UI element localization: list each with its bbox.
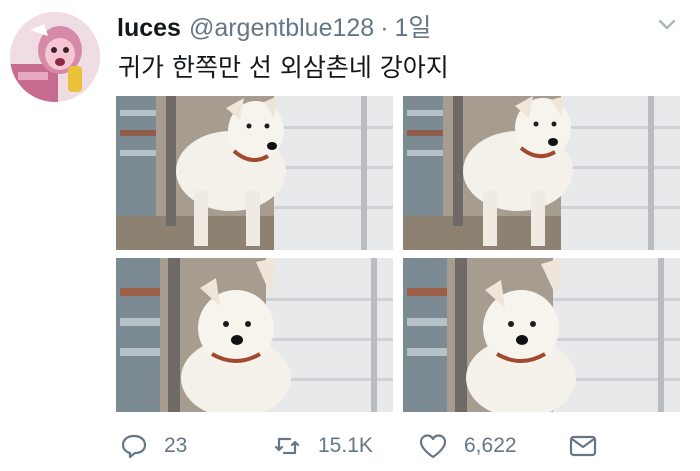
reply-button[interactable]: 23	[120, 428, 187, 464]
photo-3[interactable]	[116, 258, 393, 412]
action-bar: 23 15.1K 6,622	[116, 428, 681, 464]
reply-count: 23	[164, 434, 188, 457]
display-name[interactable]: luces	[117, 14, 181, 43]
tweet-text: 귀가 한쪽만 선 외삼촌네 강아지	[118, 53, 449, 82]
like-count: 6,622	[464, 434, 517, 457]
tweet-header: luces @argentblue128 · 1일	[117, 8, 431, 42]
retweet-button[interactable]: 15.1K	[272, 428, 373, 464]
retweet-icon	[272, 432, 302, 460]
retweet-count: 15.1K	[318, 434, 373, 457]
photo-1[interactable]	[116, 96, 393, 250]
photo-2[interactable]	[403, 96, 680, 250]
chevron-down-icon[interactable]	[655, 12, 679, 36]
direct-message-icon	[568, 432, 598, 460]
direct-message-button[interactable]	[568, 428, 598, 464]
like-icon	[418, 432, 448, 460]
user-handle[interactable]: @argentblue128	[189, 14, 374, 43]
avatar[interactable]	[10, 12, 100, 102]
separator-dot: ·	[380, 14, 389, 42]
media-grid[interactable]	[116, 96, 681, 412]
reply-icon	[120, 432, 148, 460]
photo-4[interactable]	[403, 258, 680, 412]
timestamp[interactable]: 1일	[395, 8, 432, 44]
like-button[interactable]: 6,622	[418, 428, 517, 464]
